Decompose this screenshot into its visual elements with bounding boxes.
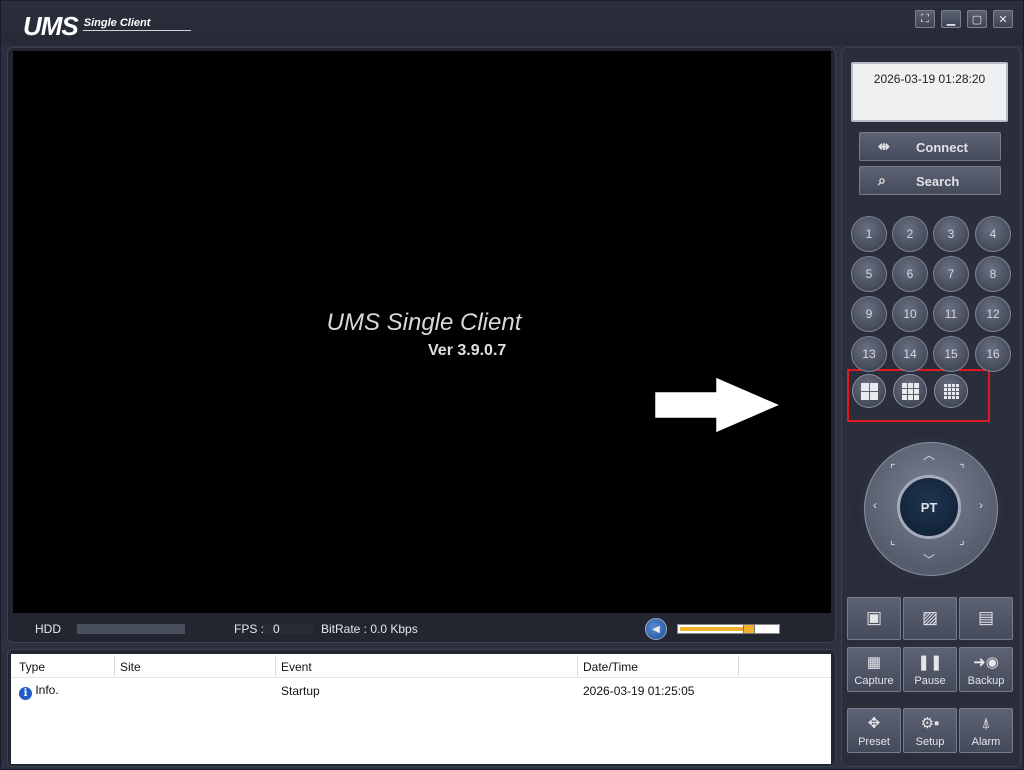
- ptz-right-icon[interactable]: ›: [979, 498, 983, 512]
- maximize-icon: ▢: [971, 13, 983, 26]
- row-datetime: 2026-03-19 01:25:05: [583, 684, 695, 698]
- list-view-button[interactable]: ▤: [959, 597, 1013, 640]
- setup-gear-icon: ⚙▪: [920, 715, 940, 732]
- title-bar: UMS Single Client ⛶ ▁ ▢ ✕: [1, 1, 1023, 45]
- ptz-up-right-icon[interactable]: ⌝: [959, 462, 965, 476]
- capture-icon: ▦: [866, 654, 882, 671]
- channel-button-14[interactable]: 14: [892, 336, 928, 372]
- search-icon: ⌕: [878, 172, 886, 188]
- app-logo: UMS Single Client: [23, 11, 191, 42]
- hdd-label: HDD: [35, 622, 61, 636]
- capture-button[interactable]: ▦ Capture: [847, 647, 901, 692]
- event-log[interactable]: Type Site Event Date/Time i Info. Startu…: [11, 654, 831, 764]
- status-bar: HDD FPS : 0 BitRate : 0.0 Kbps ◀: [13, 615, 831, 641]
- setup-label: Setup: [915, 736, 945, 748]
- monitor-list-icon: ▤: [977, 608, 995, 627]
- monitor-camera-icon: ▣: [865, 608, 883, 627]
- fps-bar: [263, 624, 313, 634]
- maximize-button[interactable]: ▢: [967, 10, 987, 28]
- pause-button[interactable]: ❚❚ Pause: [903, 647, 957, 692]
- bitrate-label: BitRate : 0.0 Kbps: [321, 622, 418, 636]
- monitor-image-icon: ▨: [921, 608, 939, 627]
- splash-version: Ver 3.9.0.7: [428, 342, 507, 359]
- connect-icon: ⇹: [878, 138, 890, 154]
- volume-fill: [680, 627, 751, 631]
- alarm-label: Alarm: [971, 736, 1001, 748]
- preset-label: Preset: [858, 736, 890, 748]
- ptz-left-icon[interactable]: ‹: [873, 498, 877, 512]
- fps-value: 0: [273, 622, 280, 636]
- ptz-up-icon[interactable]: ︿: [923, 446, 935, 463]
- close-icon: ✕: [998, 13, 1008, 26]
- preset-button[interactable]: ✥ Preset: [847, 708, 901, 753]
- channel-button-6[interactable]: 6: [892, 256, 928, 292]
- preset-camera-icon: ✥: [867, 715, 881, 732]
- channel-button-5[interactable]: 5: [851, 256, 887, 292]
- channel-button-1[interactable]: 1: [851, 216, 887, 252]
- search-button[interactable]: ⌕ Search: [859, 166, 1001, 195]
- minimize-icon: ▁: [946, 13, 956, 26]
- fullscreen-icon: ⛶: [921, 12, 929, 25]
- ptz-down-icon[interactable]: ﹀: [923, 551, 935, 568]
- ptz-down-right-icon[interactable]: ⌟: [959, 533, 965, 547]
- column-type[interactable]: Type: [19, 660, 45, 674]
- alarm-button[interactable]: ⍋ Alarm: [959, 708, 1013, 753]
- info-icon: i: [19, 687, 32, 700]
- backup-button[interactable]: ➜◉ Backup: [959, 647, 1013, 692]
- ptz-center-button[interactable]: PT: [897, 475, 961, 539]
- backup-label: Backup: [967, 675, 1005, 687]
- fps-label: FPS :: [234, 622, 265, 636]
- column-event[interactable]: Event: [281, 660, 312, 674]
- channel-button-10[interactable]: 10: [892, 296, 928, 332]
- connect-label: Connect: [916, 140, 968, 155]
- channel-button-15[interactable]: 15: [933, 336, 969, 372]
- highlight-box: [847, 369, 990, 422]
- row-type: Info.: [35, 683, 59, 697]
- backup-icon: ➜◉: [973, 654, 999, 671]
- pause-label: Pause: [914, 675, 946, 687]
- row-event: Startup: [281, 684, 320, 698]
- volume-slider[interactable]: [677, 624, 780, 634]
- minimize-button[interactable]: ▁: [941, 10, 961, 28]
- volume-thumb[interactable]: [743, 624, 755, 634]
- channel-button-2[interactable]: 2: [892, 216, 928, 252]
- ptz-up-left-icon[interactable]: ⌜: [890, 462, 896, 476]
- event-log-header: Type Site Event Date/Time: [11, 654, 831, 678]
- search-label: Search: [916, 174, 960, 189]
- channel-button-9[interactable]: 9: [851, 296, 887, 332]
- capture-label: Capture: [854, 675, 894, 687]
- column-site[interactable]: Site: [120, 660, 141, 674]
- channel-button-4[interactable]: 4: [975, 216, 1011, 252]
- logo-ums: UMS: [23, 11, 79, 41]
- channel-button-7[interactable]: 7: [933, 256, 969, 292]
- channel-button-3[interactable]: 3: [933, 216, 969, 252]
- splash-title: UMS Single Client: [326, 309, 522, 336]
- image-view-button[interactable]: ▨: [903, 597, 957, 640]
- pause-icon: ❚❚: [917, 654, 943, 671]
- ptz-down-left-icon[interactable]: ⌞: [890, 533, 896, 547]
- arrow-right-icon: [652, 374, 786, 436]
- channel-button-12[interactable]: 12: [975, 296, 1011, 332]
- speaker-icon[interactable]: ◀: [645, 618, 667, 640]
- clock-display: 2026-03-19 01:28:20: [851, 62, 1008, 122]
- fullscreen-button[interactable]: ⛶: [915, 10, 935, 28]
- close-button[interactable]: ✕: [993, 10, 1013, 28]
- logo-subtitle: Single Client: [83, 17, 151, 29]
- app-window: UMS Single Client ⛶ ▁ ▢ ✕ UMS Single Clie…: [0, 0, 1024, 770]
- table-row[interactable]: i Info. Startup 2026-03-19 01:25:05: [11, 682, 831, 700]
- hdd-usage-bar: [77, 624, 185, 634]
- column-datetime[interactable]: Date/Time: [583, 660, 638, 674]
- single-view-button[interactable]: ▣: [847, 597, 901, 640]
- channel-button-16[interactable]: 16: [975, 336, 1011, 372]
- channel-button-11[interactable]: 11: [933, 296, 969, 332]
- connect-button[interactable]: ⇹ Connect: [859, 132, 1001, 161]
- video-display[interactable]: UMS Single Client Ver 3.9.0.7: [13, 51, 831, 613]
- alarm-icon: ⍋: [981, 715, 991, 732]
- channel-button-8[interactable]: 8: [975, 256, 1011, 292]
- channel-button-13[interactable]: 13: [851, 336, 887, 372]
- setup-button[interactable]: ⚙▪ Setup: [903, 708, 957, 753]
